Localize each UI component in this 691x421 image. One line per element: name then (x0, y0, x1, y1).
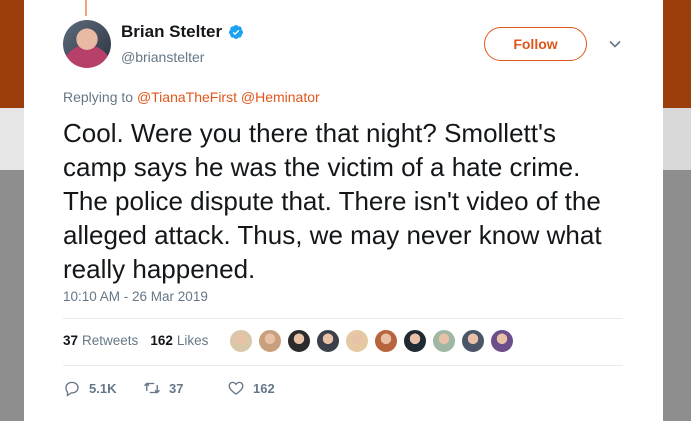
likes-label[interactable]: Likes (177, 333, 209, 348)
liker-avatar[interactable] (461, 329, 485, 353)
liker-avatar[interactable] (403, 329, 427, 353)
retweet-count: 37 (169, 380, 184, 396)
author-handle[interactable]: @brianstelter (121, 49, 204, 65)
tweet-card: Brian Stelter @brianstelter Follow Reply… (24, 0, 663, 421)
liker-avatar[interactable] (374, 329, 398, 353)
author-name[interactable]: Brian Stelter (121, 22, 222, 42)
tweet-actions: 5.1K 37 162 (63, 379, 275, 397)
chevron-down-icon[interactable] (608, 37, 622, 51)
retweets-label[interactable]: Retweets (82, 333, 138, 348)
thread-line (85, 0, 87, 16)
replying-to: Replying to @TianaTheFirst @Heminator (63, 89, 320, 105)
liker-avatar[interactable] (229, 329, 253, 353)
tweet-timestamp[interactable]: 10:10 AM - 26 Mar 2019 (63, 289, 208, 304)
retweet-button[interactable]: 37 (143, 379, 227, 397)
liker-avatar[interactable] (258, 329, 282, 353)
engagement-stats: 37 Retweets 162 Likes (63, 333, 208, 348)
tweet-text: Cool. Were you there that night? Smollet… (63, 118, 602, 284)
retweet-icon (144, 382, 160, 394)
mention-link[interactable]: @Heminator (241, 89, 320, 105)
liker-avatar[interactable] (432, 329, 456, 353)
likes-count[interactable]: 162 (150, 333, 173, 348)
liker-avatar[interactable] (345, 329, 369, 353)
liker-avatar[interactable] (287, 329, 311, 353)
liker-avatar[interactable] (490, 329, 514, 353)
reply-icon (65, 381, 79, 397)
follow-button[interactable]: Follow (484, 27, 587, 61)
like-count: 162 (253, 380, 275, 396)
like-button[interactable]: 162 (227, 379, 275, 397)
divider (63, 365, 623, 366)
divider (63, 318, 623, 319)
replying-to-label: Replying to (63, 89, 134, 105)
liker-avatars (229, 329, 519, 353)
reply-count: 5.1K (89, 380, 117, 396)
retweets-count[interactable]: 37 (63, 333, 78, 348)
heart-icon (228, 381, 244, 395)
author-row: Brian Stelter (121, 22, 244, 42)
mention-link[interactable]: @TianaTheFirst (137, 89, 237, 105)
liker-avatar[interactable] (316, 329, 340, 353)
avatar[interactable] (63, 20, 111, 68)
reply-button[interactable]: 5.1K (63, 379, 143, 397)
verified-badge-icon (229, 25, 244, 39)
